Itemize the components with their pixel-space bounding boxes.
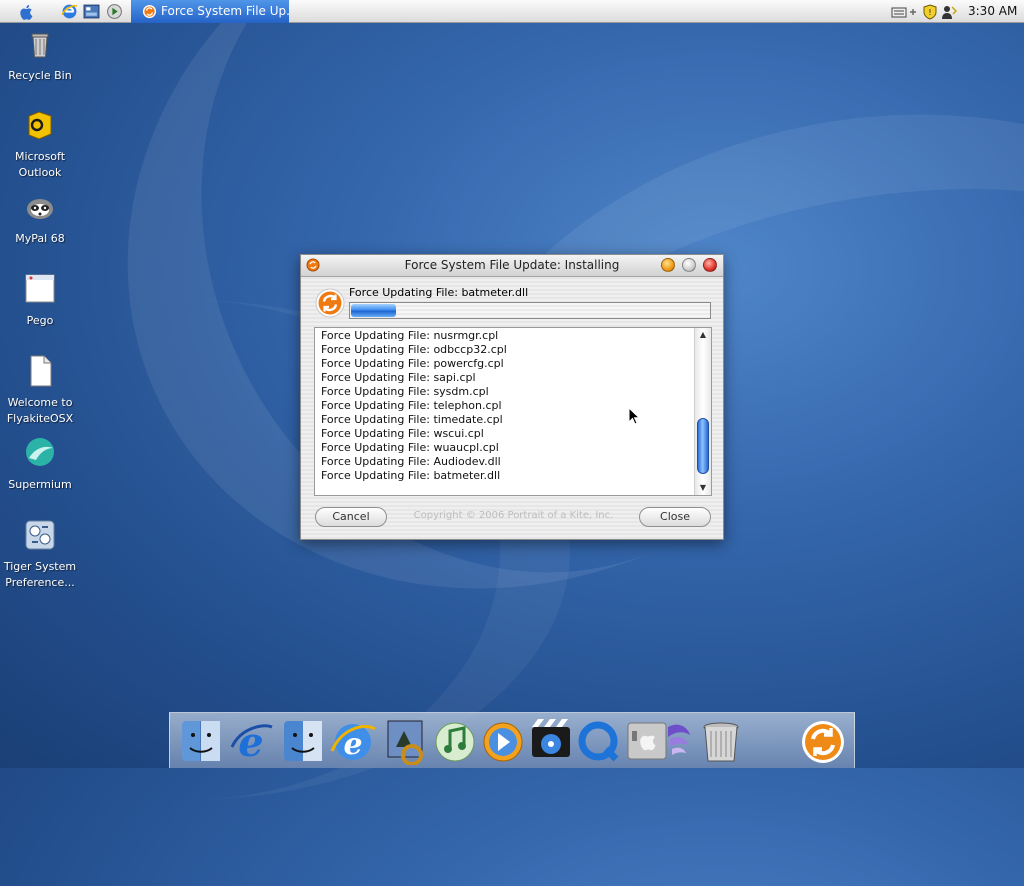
desktop-icon-welcome[interactable]: Welcome to FlyakiteOSX [0,354,80,427]
update-icon [142,4,157,19]
progress-bar [349,302,711,319]
show-desktop-icon[interactable] [83,3,100,20]
current-file-label: Force Updating File: batmeter.dll [349,286,529,299]
zoom-button[interactable] [682,258,696,272]
log-line: Force Updating File: odbccp32.cpl [321,343,507,356]
update-log[interactable]: Force Updating File: nusrmgr.cpl Force Up… [314,327,712,496]
quicktime-icon[interactable] [576,717,622,765]
desktop-icon-label: MyPal 68 [15,232,65,245]
quicktime-player-icon[interactable] [480,717,526,765]
progress-bar-fill [351,304,396,317]
taskbar-task-label: Force System File Up... [161,4,289,18]
update-icon[interactable] [800,717,846,765]
log-line: Force Updating File: telephon.cpl [321,399,502,412]
mouse-cursor-icon [628,407,640,425]
close-button[interactable]: Close [639,507,711,527]
dialog-title: Force System File Update: Installing [404,258,620,272]
trash-icon[interactable] [698,717,744,765]
internet-explorer-icon[interactable]: e [228,717,274,765]
user-tray-icon[interactable] [941,4,957,20]
supermium-icon [26,438,54,466]
scroll-down-arrow[interactable]: ▼ [695,481,711,495]
taskbar-task-button[interactable]: Force System File Up... [131,0,289,23]
itunes-icon[interactable] [432,717,478,765]
system-preferences-icon [25,520,55,550]
ie-alt-icon[interactable]: e [330,717,376,765]
outlook-icon [28,111,52,140]
desktop-icon-label: Recycle Bin [8,69,72,82]
desktop-icon-label: Microsoft Outlook [14,150,66,179]
update-icon [315,288,345,318]
desktop-icon-label: Supermium [8,478,72,491]
copyright-text: Copyright © 2006 Portrait of a Kite, Inc… [413,510,614,521]
document-icon [30,355,52,387]
finder-icon[interactable] [178,717,224,765]
log-line: Force Updating File: sapi.cpl [321,371,476,384]
desktop-icon-label: Tiger System Preference... [3,560,77,589]
log-scrollbar[interactable]: ▲ ▼ [694,328,711,495]
log-line: Force Updating File: powercfg.cpl [321,357,504,370]
log-line: Force Updating File: sysdm.cpl [321,385,489,398]
update-icon [306,258,320,272]
log-line: Force Updating File: batmeter.dll [321,469,501,482]
scroll-up-arrow[interactable]: ▲ [695,328,711,342]
plus-icon[interactable] [908,4,918,20]
update-dialog: Force System File Update: Installing For… [300,254,724,540]
desktop-icon-label: Pego [26,314,54,327]
apple-menu-icon[interactable] [18,3,36,21]
pego-icon [25,274,55,303]
svg-text:!: ! [928,8,931,17]
finder-alt-icon[interactable] [280,717,326,765]
log-line: Force Updating File: timedate.cpl [321,413,503,426]
desktop-icon-microsoft-outlook[interactable]: Microsoft Outlook [0,108,80,181]
log-line: Force Updating File: wscui.cpl [321,427,484,440]
log-line: Force Updating File: nusrmgr.cpl [321,329,499,342]
window-close-button[interactable] [703,258,717,272]
security-shield-icon[interactable]: ! [922,4,938,20]
desktop-icon-supermium[interactable]: Supermium [0,436,80,493]
clock[interactable]: 3:30 AM [968,0,1017,23]
media-player-icon[interactable] [106,3,123,20]
minimize-button[interactable] [661,258,675,272]
keyboard-icon[interactable] [891,4,907,20]
desktop-icon-tiger-system-preferences[interactable]: Tiger System Preference... [0,518,80,591]
mypal-icon [27,199,53,219]
dialog-titlebar[interactable]: Force System File Update: Installing [301,255,723,277]
update-log-lines: Force Updating File: nusrmgr.cpl Force Up… [321,329,507,483]
desktop-icon-mypal[interactable]: MyPal 68 [0,190,80,247]
menu-bar: Force System File Up... ! 3:30 AM [0,0,1024,23]
internet-explorer-icon[interactable] [61,3,78,20]
desktop-icon-recycle-bin[interactable]: Recycle Bin [0,27,80,84]
cancel-button[interactable]: Cancel [315,507,387,527]
log-line: Force Updating File: wuaucpl.cpl [321,441,499,454]
recycle-bin-icon [31,33,49,58]
stack-icon[interactable] [664,717,694,765]
desktop-icon-label: Welcome to FlyakiteOSX [6,396,74,425]
scrollbar-thumb[interactable] [697,418,709,474]
desktop-icon-pego[interactable]: Pego [0,272,80,329]
log-line: Force Updating File: Audiodev.dll [321,455,501,468]
dvd-player-icon[interactable] [528,717,574,765]
dock: e e [169,712,855,768]
preview-icon[interactable] [382,717,428,765]
